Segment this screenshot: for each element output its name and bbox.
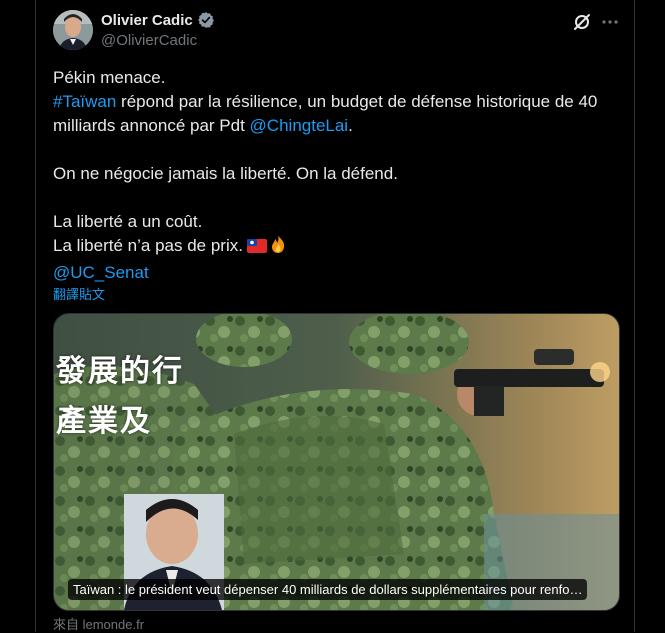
author-display-name[interactable]: Olivier Cadic [101, 12, 193, 29]
tweet-line-2: #Taïwan répond par la résilience, un bud… [53, 90, 623, 138]
hashtag-link[interactable]: #Taïwan [53, 92, 116, 111]
column-border-right [634, 0, 635, 632]
column-border-left [35, 0, 36, 632]
tweet-line-3: On ne négocie jamais la liberté. On la d… [53, 164, 398, 183]
verified-badge-icon[interactable] [197, 11, 215, 29]
card-overlay-text-2: 產業及 [56, 404, 152, 439]
card-source[interactable]: 來自 lemonde.fr [53, 614, 144, 633]
author-handle[interactable]: @OlivierCadic [101, 32, 197, 49]
tweet-text: Pékin menace. #Taïwan répond par la rési… [53, 66, 623, 285]
card-caption: Taïwan : le président veut dépenser 40 m… [68, 579, 588, 600]
tweet-line-5: La liberté n’a pas de prix. [53, 234, 623, 261]
avatar[interactable] [53, 10, 93, 50]
mention-link-chingtelai[interactable]: @ChingteLai [250, 116, 349, 135]
author-name-row: Olivier Cadic [101, 11, 215, 29]
link-card[interactable]: 發展的行 產業及 Taïwan : le président veut dépe… [53, 313, 620, 611]
fire-icon [269, 234, 287, 261]
translate-post-link[interactable]: 翻譯貼文 [53, 284, 105, 303]
taiwan-flag-icon [246, 236, 267, 253]
tweet-line-1: Pékin menace. [53, 68, 166, 87]
mention-link-uc-senat[interactable]: @UC_Senat [53, 263, 149, 282]
more-options-icon[interactable] [600, 12, 620, 32]
grok-icon[interactable] [572, 12, 592, 32]
card-overlay-text-1: 發展的行 [56, 354, 184, 389]
tweet-line-5-text: La liberté n’a pas de prix. [53, 236, 243, 255]
tweet-line-2-end: . [348, 116, 353, 135]
tweet-line-4: La liberté a un coût. [53, 212, 203, 231]
